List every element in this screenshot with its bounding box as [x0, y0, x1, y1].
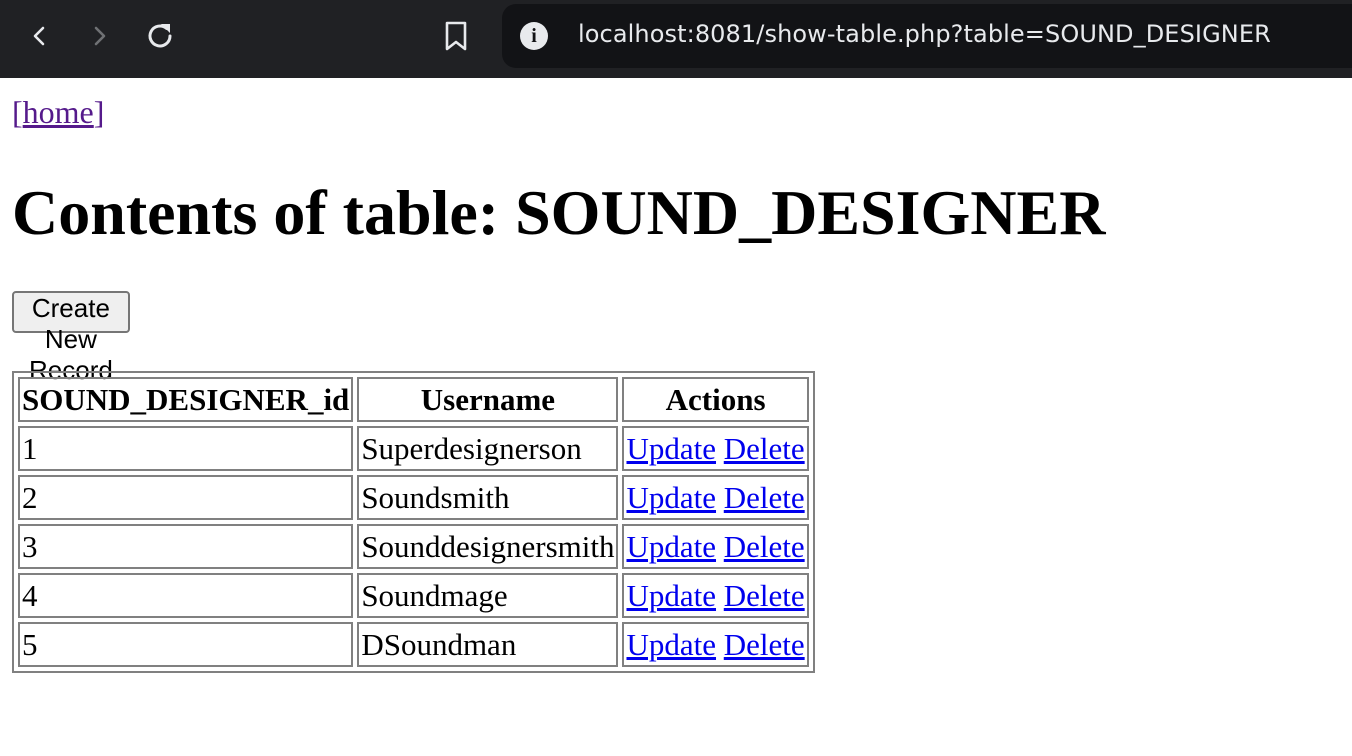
delete-link[interactable]: Delete — [724, 480, 805, 515]
browser-toolbar: i localhost:8081/show-table.php?table=SO… — [0, 0, 1352, 78]
cell-id: 1 — [18, 426, 354, 471]
update-link[interactable]: Update — [626, 578, 716, 613]
home-bracket-close: ] — [93, 94, 105, 130]
create-new-record-button[interactable]: Create New Record — [12, 291, 130, 385]
cell-id: 4 — [18, 573, 354, 618]
table-row: 5 DSoundman Update Delete — [18, 622, 809, 667]
update-link[interactable]: Update — [626, 627, 716, 662]
reload-button[interactable] — [138, 14, 182, 58]
cell-id: 2 — [18, 475, 354, 520]
table-header-row: SOUND_DESIGNER_id Username Actions — [18, 377, 809, 422]
cell-id: 3 — [18, 524, 354, 569]
update-link[interactable]: Update — [626, 431, 716, 466]
cell-actions: Update Delete — [622, 475, 809, 520]
forward-button[interactable] — [77, 14, 121, 58]
back-icon — [33, 26, 45, 46]
cell-actions: Update Delete — [622, 524, 809, 569]
bookmark-icon — [445, 21, 467, 51]
column-header-id: SOUND_DESIGNER_id — [18, 377, 354, 422]
table-row: 1 Superdesignerson Update Delete — [18, 426, 809, 471]
address-bar[interactable]: i localhost:8081/show-table.php?table=SO… — [502, 4, 1352, 68]
home-nav: [home] — [12, 94, 104, 131]
cell-actions: Update Delete — [622, 426, 809, 471]
table-row: 4 Soundmage Update Delete — [18, 573, 809, 618]
home-bracket-open: [ — [12, 94, 23, 130]
cell-username: Sounddesignersmith — [357, 524, 619, 569]
table-row: 3 Sounddesignersmith Update Delete — [18, 524, 809, 569]
delete-link[interactable]: Delete — [724, 431, 805, 466]
delete-link[interactable]: Delete — [724, 529, 805, 564]
table-row: 2 Soundsmith Update Delete — [18, 475, 809, 520]
update-link[interactable]: Update — [626, 480, 716, 515]
url-text[interactable]: localhost:8081/show-table.php?table=SOUN… — [578, 20, 1271, 48]
forward-icon — [94, 26, 106, 46]
cell-username: Superdesignerson — [357, 426, 619, 471]
delete-link[interactable]: Delete — [724, 627, 805, 662]
home-link[interactable]: home — [23, 94, 94, 130]
cell-username: DSoundman — [357, 622, 619, 667]
records-table: SOUND_DESIGNER_id Username Actions 1 Sup… — [12, 371, 815, 673]
info-icon[interactable]: i — [520, 22, 548, 50]
column-header-username: Username — [357, 377, 619, 422]
cell-actions: Update Delete — [622, 573, 809, 618]
bookmark-button[interactable] — [434, 14, 478, 58]
back-button[interactable] — [18, 14, 62, 58]
delete-link[interactable]: Delete — [724, 578, 805, 613]
cell-username: Soundmage — [357, 573, 619, 618]
update-link[interactable]: Update — [626, 529, 716, 564]
column-header-actions: Actions — [622, 377, 809, 422]
cell-username: Soundsmith — [357, 475, 619, 520]
reload-icon — [148, 24, 172, 48]
page-title: Contents of table: SOUND_DESIGNER — [12, 177, 1106, 248]
cell-id: 5 — [18, 622, 354, 667]
cell-actions: Update Delete — [622, 622, 809, 667]
